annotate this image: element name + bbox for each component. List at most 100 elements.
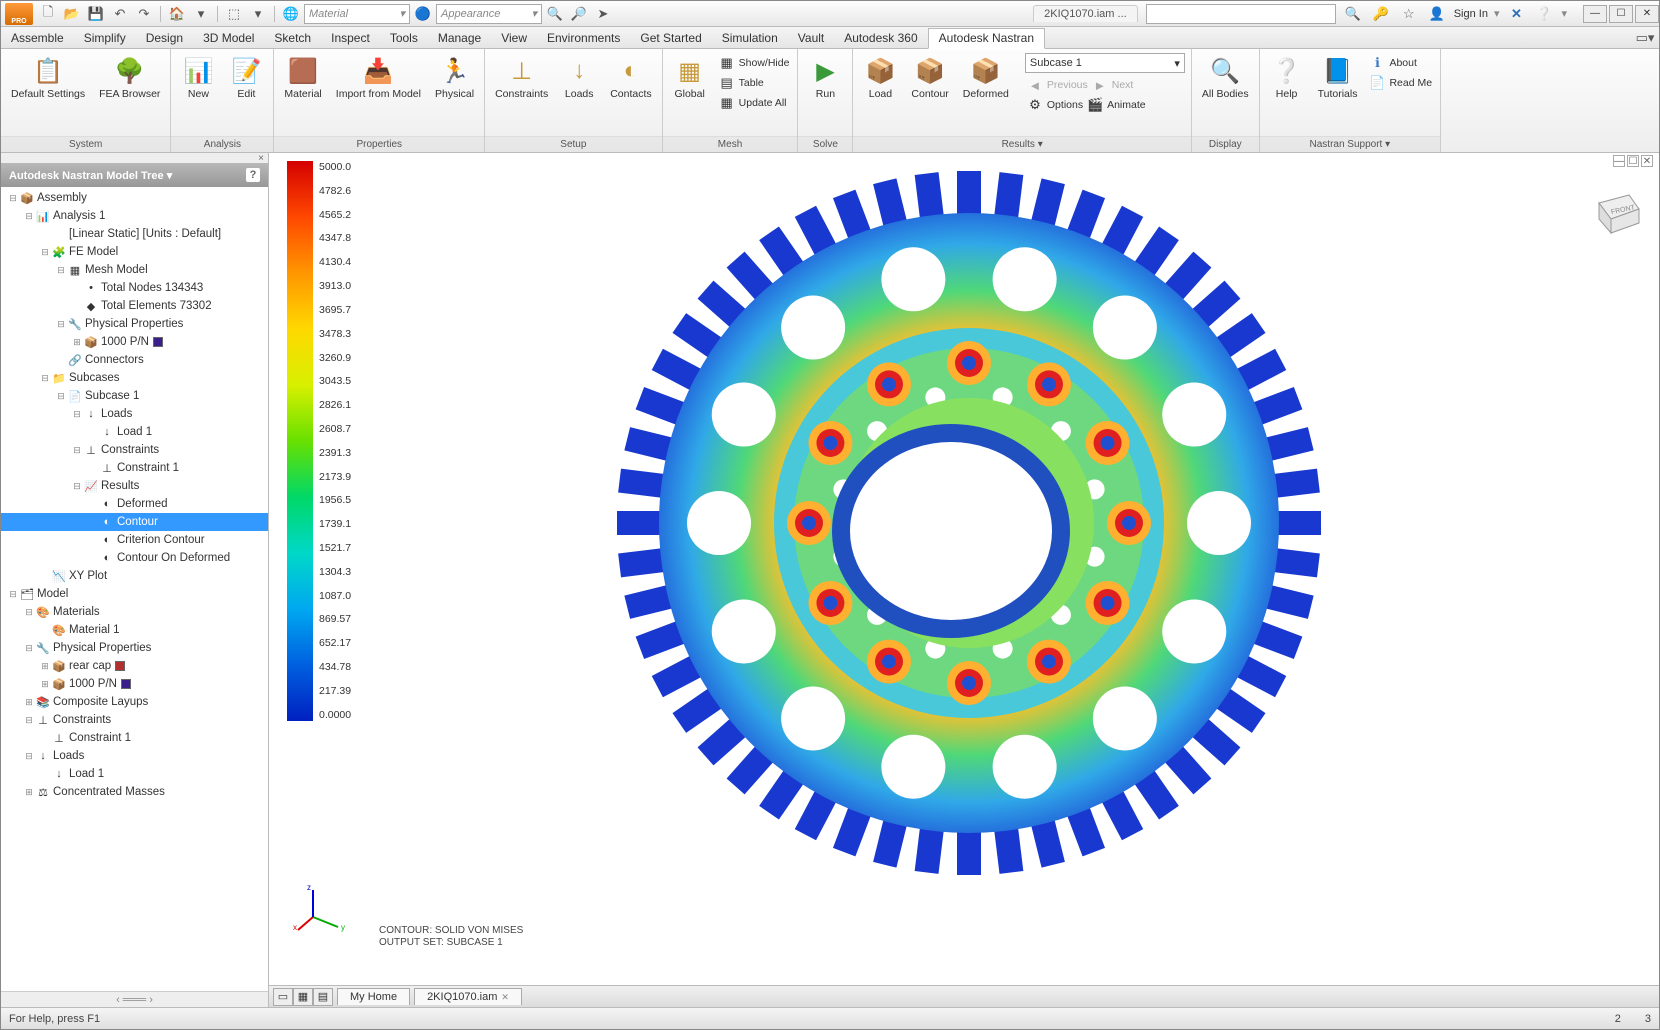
analysis-edit-button[interactable]: 📝Edit: [225, 53, 267, 103]
options-button[interactable]: ⚙Options: [1025, 95, 1085, 115]
mesh-update-button[interactable]: ▦Update All: [717, 93, 792, 113]
tree-node[interactable]: 🔗Connectors: [1, 351, 268, 369]
import-model-button[interactable]: 📥Import from Model: [332, 53, 425, 103]
close-icon[interactable]: ✕: [1641, 155, 1653, 167]
menu-view[interactable]: View: [491, 27, 537, 48]
tree-node[interactable]: ⊟📊Analysis 1: [1, 207, 268, 225]
subcase-combo[interactable]: Subcase 1▾: [1025, 53, 1185, 73]
readme-button[interactable]: 📄Read Me: [1367, 73, 1434, 93]
material-combo[interactable]: Material▾: [304, 4, 410, 24]
close-icon[interactable]: ✕: [501, 992, 509, 1003]
document-tab[interactable]: 2KIQ1070.iam ...: [1033, 5, 1138, 22]
menu-get-started[interactable]: Get Started: [630, 27, 711, 48]
tree-node[interactable]: ⊞📚Composite Layups: [1, 693, 268, 711]
menu-assemble[interactable]: Assemble: [1, 27, 74, 48]
all-bodies-button[interactable]: 🔍All Bodies: [1198, 53, 1253, 103]
globe-icon[interactable]: 🌐: [280, 4, 302, 24]
exchange-icon[interactable]: ✕: [1505, 4, 1527, 24]
previous-button[interactable]: ◄Previous: [1025, 75, 1090, 95]
tree-node[interactable]: ⊟🔧Physical Properties: [1, 315, 268, 333]
toolbar-icon[interactable]: ▭▾: [1631, 28, 1659, 48]
tree-node[interactable]: •Total Nodes 134343: [1, 279, 268, 297]
analysis-new-button[interactable]: 📊New: [177, 53, 219, 103]
dropdown-icon[interactable]: ▾: [247, 4, 269, 24]
menu-autodesk-nastran[interactable]: Autodesk Nastran: [928, 28, 1045, 49]
tree-node[interactable]: ⊟⊥Constraints: [1, 711, 268, 729]
tree-node[interactable]: ⊟📄Subcase 1: [1, 387, 268, 405]
zoom-icon[interactable]: 🔎: [568, 4, 590, 24]
undo-icon[interactable]: ↶: [109, 4, 131, 24]
mesh-table-button[interactable]: ▤Table: [717, 73, 792, 93]
help-button[interactable]: ❔Help: [1266, 53, 1308, 103]
tree-node[interactable]: ⊞📦1000 P/N: [1, 675, 268, 693]
scrollbar[interactable]: ‹ ═══ ›: [1, 991, 268, 1007]
search-input[interactable]: [1146, 4, 1336, 24]
help-icon[interactable]: ❔: [1533, 4, 1555, 24]
about-button[interactable]: ℹAbout: [1367, 53, 1434, 73]
help-icon[interactable]: ?: [246, 168, 260, 182]
menu-simplify[interactable]: Simplify: [74, 27, 136, 48]
tree-node[interactable]: ◐Contour: [1, 513, 268, 531]
menu-autodesk-360[interactable]: Autodesk 360: [834, 27, 927, 48]
tree-node[interactable]: 📉XY Plot: [1, 567, 268, 585]
tree-node[interactable]: ⊟📁Subcases: [1, 369, 268, 387]
maximize-icon[interactable]: ☐: [1627, 155, 1639, 167]
tree-node[interactable]: ↓Load 1: [1, 765, 268, 783]
next-button[interactable]: ►Next: [1090, 75, 1136, 95]
results-contour-button[interactable]: 📦Contour: [907, 53, 952, 103]
layout1-icon[interactable]: ▭: [273, 988, 293, 1006]
menu-vault[interactable]: Vault: [788, 27, 834, 48]
minimize-icon[interactable]: —: [1613, 155, 1625, 167]
tab-document[interactable]: 2KIQ1070.iam✕: [414, 988, 522, 1005]
mesh-showhide-button[interactable]: ▦Show/Hide: [717, 53, 792, 73]
model-tree[interactable]: ⊟📦Assembly⊟📊Analysis 1[Linear Static] [U…: [1, 187, 268, 991]
tree-node[interactable]: ⊞⚖Concentrated Masses: [1, 783, 268, 801]
arrow-icon[interactable]: ➤: [592, 4, 614, 24]
tree-node[interactable]: [Linear Static] [Units : Default]: [1, 225, 268, 243]
tree-node[interactable]: ⊟🎨Materials: [1, 603, 268, 621]
home-icon[interactable]: 🏠: [166, 4, 188, 24]
tree-node[interactable]: ◐Deformed: [1, 495, 268, 513]
tree-node[interactable]: ⊞📦rear cap: [1, 657, 268, 675]
layout2-icon[interactable]: ▦: [293, 988, 313, 1006]
run-button[interactable]: ▶Run: [804, 53, 846, 103]
tree-node[interactable]: ◆Total Elements 73302: [1, 297, 268, 315]
tab-myhome[interactable]: My Home: [337, 988, 410, 1005]
layout3-icon[interactable]: ▤: [313, 988, 333, 1006]
menu-manage[interactable]: Manage: [428, 27, 491, 48]
constraints-button[interactable]: ⊥Constraints: [491, 53, 552, 103]
save-icon[interactable]: 💾: [85, 4, 107, 24]
dropdown-icon[interactable]: ▾: [190, 4, 212, 24]
appearance-combo[interactable]: Appearance▾: [436, 4, 542, 24]
tree-node[interactable]: ⊟📈Results: [1, 477, 268, 495]
menu-design[interactable]: Design: [136, 27, 193, 48]
tree-node[interactable]: ⊟🧩FE Model: [1, 243, 268, 261]
viewport[interactable]: — ☐ ✕: [269, 153, 1659, 985]
menu-3d-model[interactable]: 3D Model: [193, 27, 264, 48]
tree-node[interactable]: ⊟↓Loads: [1, 405, 268, 423]
menu-environments[interactable]: Environments: [537, 27, 630, 48]
results-deformed-button[interactable]: 📦Deformed: [959, 53, 1013, 103]
tree-node[interactable]: ⊟🗂Model: [1, 585, 268, 603]
maximize-button[interactable]: ☐: [1609, 5, 1633, 23]
tree-node[interactable]: ⊟📦Assembly: [1, 189, 268, 207]
panel-close-icon[interactable]: ×: [1, 153, 268, 163]
menu-tools[interactable]: Tools: [380, 27, 428, 48]
tutorials-button[interactable]: 📘Tutorials: [1314, 53, 1362, 103]
key-icon[interactable]: 🔑: [1370, 4, 1392, 24]
tree-node[interactable]: ⊥Constraint 1: [1, 729, 268, 747]
menu-sketch[interactable]: Sketch: [264, 27, 321, 48]
tree-node[interactable]: ⊞📦1000 P/N: [1, 333, 268, 351]
user-icon[interactable]: 👤: [1426, 4, 1448, 24]
close-button[interactable]: ✕: [1635, 5, 1659, 23]
loads-button[interactable]: ↓Loads: [558, 53, 600, 103]
default-settings-button[interactable]: 📋Default Settings: [7, 53, 89, 103]
animate-button[interactable]: 🎬Animate: [1085, 95, 1148, 115]
open-icon[interactable]: 📂: [61, 4, 83, 24]
fea-browser-button[interactable]: 🌳FEA Browser: [95, 53, 164, 103]
tree-node[interactable]: ⊟▦Mesh Model: [1, 261, 268, 279]
tree-node[interactable]: ⊟⊥Constraints: [1, 441, 268, 459]
tree-node[interactable]: ⊟↓Loads: [1, 747, 268, 765]
color-icon[interactable]: 🔵: [412, 4, 434, 24]
tree-node[interactable]: ◐Criterion Contour: [1, 531, 268, 549]
